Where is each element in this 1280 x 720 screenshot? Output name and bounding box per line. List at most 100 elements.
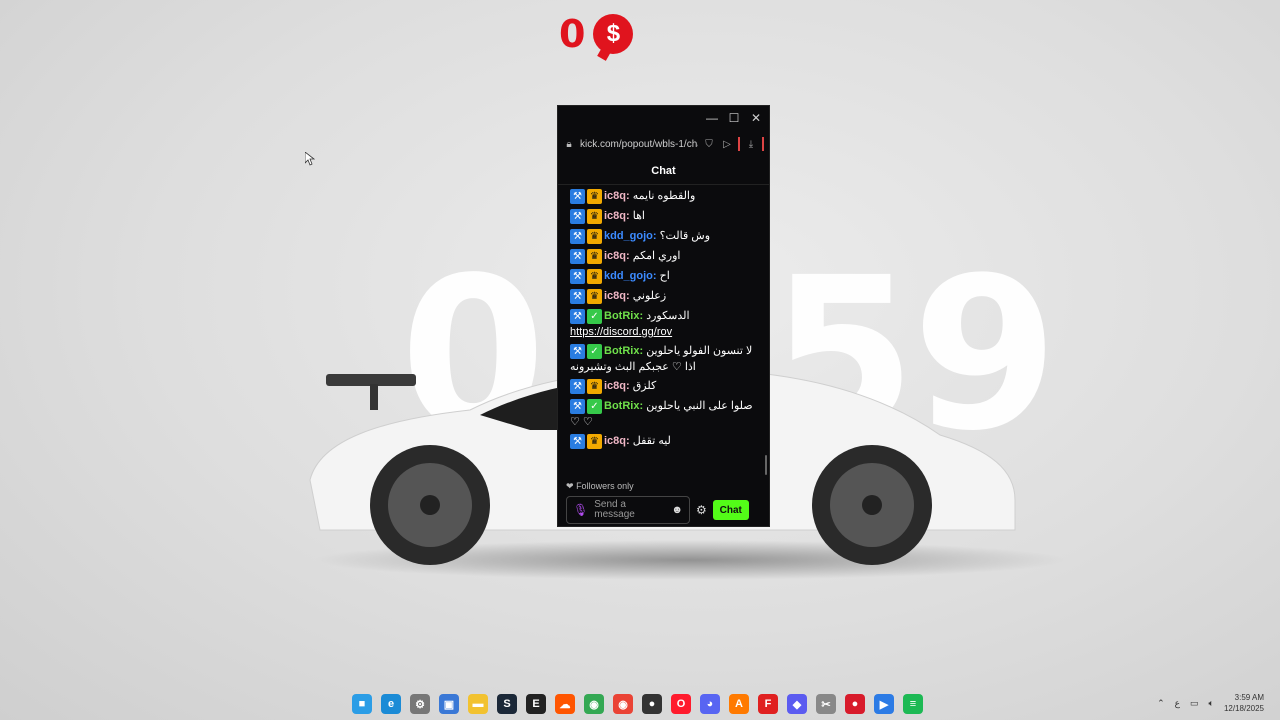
app-red-icon[interactable]: F (758, 694, 778, 714)
divider-red-2 (762, 137, 764, 151)
chat-message-text: اح (659, 270, 670, 283)
mouse-cursor-icon (305, 152, 315, 166)
app-dark-icon[interactable]: ● (642, 694, 662, 714)
username-separator: : (626, 190, 633, 203)
lock-icon: 🔒︎ (566, 138, 572, 150)
heart-icon: ❤ (566, 481, 574, 491)
chat-message-text: وش قالت؟ (659, 230, 711, 243)
soundcloud-icon[interactable]: ☁ (555, 694, 575, 714)
download-icon[interactable]: ⤓ (744, 139, 758, 150)
chat-username[interactable]: kdd_gojo (604, 230, 653, 242)
moderator-badge-icon: ⚒ (570, 228, 585, 244)
close-button[interactable]: ✕ (747, 109, 765, 127)
crown-badge-icon: ♛ (587, 434, 602, 450)
chat-username[interactable]: ic8q (604, 436, 626, 448)
chat-send-button[interactable]: Chat (712, 500, 749, 520)
username-separator: : (652, 270, 660, 283)
verified-badge-icon: ✓ (587, 398, 602, 414)
verified-badge-icon: ✓ (587, 308, 602, 324)
chat-message: ⚒ ♛ ic8q: اها (570, 208, 757, 225)
chat-username[interactable]: BotRix (604, 345, 639, 357)
chat-message: ⚒ ♛ ic8q: اوري امكم (570, 248, 757, 265)
message-placeholder: Send a message (594, 499, 635, 520)
minimize-button[interactable]: — (703, 109, 721, 127)
username-separator: : (626, 210, 633, 223)
steam-icon[interactable]: S (497, 694, 517, 714)
chat-message: ⚒ ♛ kdd_gojo: اح (570, 268, 757, 285)
taskbar-clock[interactable]: 3:59 AM 12/18/2025 (1224, 692, 1264, 714)
chat-username[interactable]: BotRix (604, 310, 639, 322)
edge-icon[interactable]: e (381, 694, 401, 714)
chat-username[interactable]: ic8q (604, 190, 626, 202)
chat-message-text: كلزق (632, 380, 657, 393)
taskbar: ■ e ⚙ ▣ ▬ S E ☁ ◉ ◉ ● O ◕ A F ◆ ✂ ● ▶ ≡ ⌃ ع ▭ 🔈︎ 3:59 AM 12… (0, 690, 1280, 720)
chat-input-row: 🎙︎ Send a message ☻ ⚙ Chat (558, 494, 769, 526)
crown-badge-icon: ♛ (587, 288, 602, 304)
moderator-badge-icon: ⚒ (570, 208, 585, 224)
username-separator: : (626, 435, 633, 448)
volume-icon[interactable]: 🔈︎ (1209, 698, 1214, 709)
app-tools-icon[interactable]: ✂ (816, 694, 836, 714)
window-titlebar: — ☐ ✕ (558, 106, 769, 130)
emoji-icon[interactable]: ☻ (671, 504, 683, 516)
crown-badge-icon: ♛ (587, 268, 602, 284)
moderator-badge-icon: ⚒ (570, 248, 585, 264)
chat-username[interactable]: ic8q (604, 380, 626, 392)
chat-message: ⚒ ♛ ic8q: زعلوني (570, 288, 757, 305)
chat-message: ⚒ ✓ BotRix: لا تنسون الفولو ياحلوين اذا ♡ … (570, 343, 757, 375)
chat-username[interactable]: ic8q (604, 210, 626, 222)
crown-badge-icon: ♛ (587, 208, 602, 224)
chat-username[interactable]: kdd_gojo (604, 270, 653, 282)
chrome-1-icon[interactable]: ◉ (584, 694, 604, 714)
chevron-up-icon[interactable]: ⌃ (1157, 698, 1165, 709)
chat-link[interactable]: https://discord.gg/rov (570, 324, 757, 340)
moderator-badge-icon: ⚒ (570, 343, 585, 359)
epic-icon[interactable]: E (526, 694, 546, 714)
divider-red (738, 137, 740, 151)
chat-username[interactable]: ic8q (604, 290, 626, 302)
coin-counter: 0 $ (559, 12, 634, 56)
chat-message-text: اها (632, 210, 645, 223)
store-icon[interactable]: ▣ (439, 694, 459, 714)
moderator-badge-icon: ⚒ (570, 434, 585, 450)
chat-messages: ⚒ ♛ ic8q: والقطوه نايمه ⚒ ♛ ic8q: اها ⚒ ♛ kdd_go… (558, 185, 769, 475)
address-bar: 🔒︎ kick.com/popout/wbls-1/chat ⛉ ▷ ⤓ (562, 130, 765, 158)
followers-only-label: Followers only (576, 481, 634, 491)
chat-message-text: والقطوه نايمه (632, 190, 696, 203)
discord-icon[interactable]: ◕ (700, 694, 720, 714)
file-explorer-blue-icon[interactable]: ■ (352, 694, 372, 714)
chat-scrollbar[interactable] (765, 455, 767, 475)
spotify-icon[interactable]: ≡ (903, 694, 923, 714)
system-tray: ⌃ ع ▭ 🔈︎ 3:59 AM 12/18/2025 (1157, 692, 1264, 714)
taskbar-time: 3:59 AM (1234, 693, 1264, 702)
app-red-2-icon[interactable]: ● (845, 694, 865, 714)
chat-username[interactable]: BotRix (604, 400, 639, 412)
app-a-icon[interactable]: A (729, 694, 749, 714)
chrome-2-icon[interactable]: ◉ (613, 694, 633, 714)
language-indicator[interactable]: ع (1175, 698, 1180, 709)
app-blue-icon[interactable]: ▶ (874, 694, 894, 714)
message-input[interactable]: 🎙︎ Send a message ☻ (566, 496, 690, 524)
chat-message: ⚒ ♛ kdd_gojo: وش قالت؟ (570, 228, 757, 245)
shield-icon[interactable]: ⛉ (702, 139, 716, 150)
chat-title: Chat (558, 158, 769, 185)
moderator-badge-icon: ⚒ (570, 308, 585, 324)
chat-message: ⚒ ✓ BotRix: صلوا على النبي ياحلوين ♡ ♡ (570, 398, 757, 430)
maximize-button[interactable]: ☐ (725, 109, 743, 127)
folder-icon[interactable]: ▬ (468, 694, 488, 714)
moderator-badge-icon: ⚒ (570, 398, 585, 414)
chat-message: ⚒ ♛ ic8q: ليه تقفل (570, 433, 757, 450)
url-text[interactable]: kick.com/popout/wbls-1/chat (580, 139, 698, 150)
username-separator: : (626, 380, 633, 393)
app-diamond-icon[interactable]: ◆ (787, 694, 807, 714)
gear-icon[interactable]: ⚙ (696, 503, 707, 517)
chat-username[interactable]: ic8q (604, 250, 626, 262)
chat-message-text: زعلوني (632, 290, 667, 303)
settings-icon[interactable]: ⚙ (410, 694, 430, 714)
crown-badge-icon: ♛ (587, 188, 602, 204)
opera-icon[interactable]: O (671, 694, 691, 714)
microphone-icon[interactable]: 🎙︎ (573, 503, 588, 517)
play-icon[interactable]: ▷ (720, 139, 734, 150)
network-icon[interactable]: ▭ (1190, 698, 1199, 709)
coin-count: 0 (559, 12, 586, 56)
